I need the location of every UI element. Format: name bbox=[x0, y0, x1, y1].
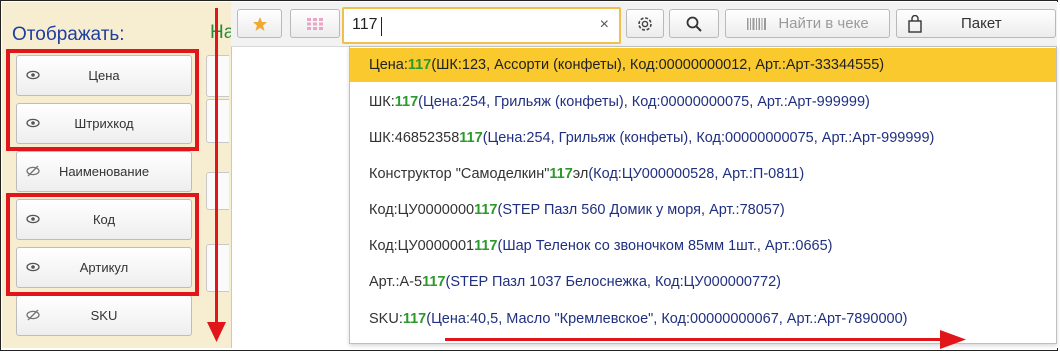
text-caret bbox=[381, 17, 382, 36]
display-sku-button[interactable]: SKU bbox=[16, 295, 192, 336]
suggestion-details: (Код:ЦУ000000528, Арт.:П-0811) bbox=[588, 166, 805, 182]
suggestion-item[interactable]: Код:ЦУ0000000 117 (STEP Пазл 560 Домик у … bbox=[350, 193, 1056, 227]
magnifier-icon bbox=[686, 16, 702, 32]
search-suggestions-dropdown: Цена: 117 (ШК:123, Ассорти (конфеты), Код… bbox=[349, 46, 1057, 344]
suggestion-match: 117 bbox=[474, 238, 498, 254]
find-in-receipt-label: Найти в чеке bbox=[778, 15, 869, 32]
annotation-box-price-barcode bbox=[6, 49, 199, 151]
annotation-arrow-right bbox=[445, 338, 945, 341]
suggestion-match: 117 bbox=[422, 274, 446, 290]
package-label: Пакет bbox=[961, 15, 1002, 32]
display-name-label: Наименование bbox=[58, 164, 150, 179]
suggestion-details: (STEP Пазл 1037 Белоснежка, Код:ЦУ000000… bbox=[445, 274, 781, 290]
suggestion-match: 117 bbox=[459, 130, 483, 146]
grid-icon bbox=[307, 17, 323, 30]
suggestion-match: 117 bbox=[549, 166, 573, 182]
suggestion-match: 117 bbox=[402, 311, 427, 327]
suggestion-details: (Цена:254, Грильяж (конфеты), Код:000000… bbox=[482, 130, 935, 146]
suggestion-item[interactable]: Конструктор "Самоделкин" 117 эл (Код:ЦУ00… bbox=[350, 157, 1056, 191]
search-input-value: 117 bbox=[352, 16, 378, 33]
suggestion-item[interactable]: ШК: 117 (Цена:254, Грильяж (конфеты), Код… bbox=[350, 85, 1056, 119]
arrow-head-down-icon bbox=[207, 322, 226, 342]
eye-slash-icon bbox=[26, 309, 40, 321]
display-name-button[interactable]: Наименование bbox=[16, 151, 192, 192]
suggestion-details: (Шар Теленок со звоночком 85мм 1шт., Арт… bbox=[497, 238, 833, 254]
star-icon bbox=[252, 16, 267, 31]
suggestion-details: (STEP Пазл 560 Домик у моря, Арт.:78057) bbox=[497, 202, 785, 218]
clear-search-icon[interactable]: × bbox=[600, 16, 609, 34]
suggestion-key: SKU: bbox=[369, 311, 403, 327]
arrow-head-right-icon bbox=[940, 330, 966, 349]
find-in-receipt-button[interactable]: Найти в чеке bbox=[725, 9, 890, 38]
search-input[interactable]: 117 × bbox=[342, 7, 621, 44]
annotation-arrow-down bbox=[215, 8, 218, 330]
grid-view-button[interactable] bbox=[290, 9, 340, 38]
suggestion-item[interactable]: Цена: 117 (ШК:123, Ассорти (конфеты), Код… bbox=[350, 48, 1056, 82]
suggestion-match: 117 bbox=[407, 57, 432, 73]
favorites-button[interactable] bbox=[237, 9, 282, 38]
suggestion-details: (Цена:40,5, Масло "Кремлевское", Код:000… bbox=[426, 311, 908, 327]
package-button[interactable]: Пакет bbox=[896, 9, 1056, 38]
suggestion-key: ШК:46852358 bbox=[369, 130, 460, 146]
suggestion-key: Код:ЦУ0000000 bbox=[369, 202, 475, 218]
suggestion-match: 117 bbox=[394, 94, 419, 110]
suggestion-key: Арт.:А-5 bbox=[369, 274, 423, 290]
search-button[interactable] bbox=[669, 9, 719, 38]
suggestion-key: ШК: bbox=[369, 94, 395, 110]
suggestion-suffix: эл bbox=[572, 166, 589, 182]
display-sku-label: SKU bbox=[90, 308, 118, 323]
suggestion-key: Конструктор "Самоделкин" bbox=[369, 166, 550, 182]
display-options-title: Отображать: bbox=[12, 24, 125, 45]
bag-icon bbox=[908, 14, 922, 33]
suggestion-details: (Цена:254, Грильяж (конфеты), Код:000000… bbox=[418, 94, 870, 110]
eye-slash-icon bbox=[26, 165, 40, 177]
suggestion-key: Цена: bbox=[369, 57, 408, 73]
suggestion-item[interactable]: Код:ЦУ0000001 117 (Шар Теленок со звоночк… bbox=[350, 229, 1056, 263]
suggestion-details: (ШК:123, Ассорти (конфеты), Код:00000000… bbox=[431, 57, 885, 73]
suggestion-item[interactable]: Арт.:А-5 117 (STEP Пазл 1037 Белоснежка, … bbox=[350, 265, 1056, 299]
gear-icon bbox=[638, 16, 652, 31]
suggestion-match: 117 bbox=[474, 202, 498, 218]
suggestion-item[interactable]: ШК:46852358 117 (Цена:254, Грильяж (конфе… bbox=[350, 121, 1056, 155]
annotation-box-code-article bbox=[6, 193, 199, 296]
barcode-icon bbox=[747, 17, 767, 30]
suggestion-key: Код:ЦУ0000001 bbox=[369, 238, 475, 254]
search-settings-button[interactable] bbox=[626, 9, 664, 38]
